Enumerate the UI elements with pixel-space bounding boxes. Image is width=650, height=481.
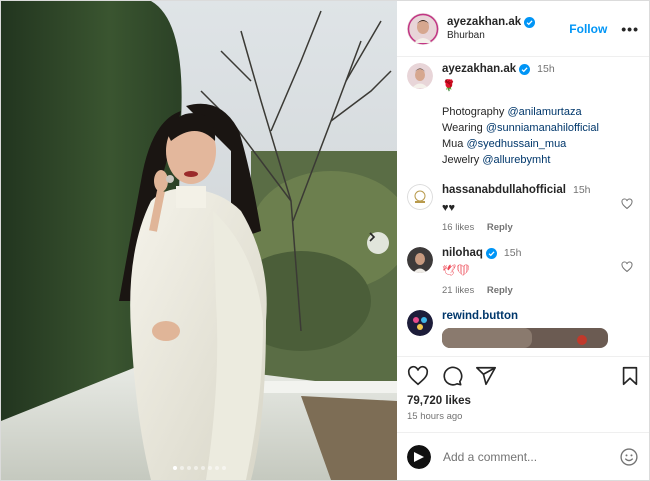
carousel-dot: [193, 466, 198, 470]
reply-button[interactable]: Reply: [487, 222, 513, 233]
like-heart-icon[interactable]: [407, 365, 429, 387]
action-buttons: [407, 365, 639, 387]
comment-likes[interactable]: 16 likes: [442, 222, 474, 233]
emoji-icon[interactable]: [619, 447, 639, 467]
post-side-panel: ayezakhan.ak Bhurban Follow ••• ayezakha…: [397, 1, 649, 480]
reply-button[interactable]: Reply: [487, 285, 513, 296]
avatar-image: [407, 310, 433, 336]
comment-meta: 21 likes Reply: [442, 285, 639, 296]
more-options-button[interactable]: •••: [621, 21, 639, 37]
mention-link[interactable]: @sunniamanahilofficial: [486, 122, 599, 134]
post-photo[interactable]: [1, 1, 397, 480]
caption-username-row: ayezakhan.ak 15h: [442, 63, 555, 75]
comment-like-heart-icon[interactable]: [621, 261, 633, 273]
author-username-row: ayezakhan.ak: [447, 16, 536, 28]
comment-likes[interactable]: 21 likes: [442, 285, 474, 296]
post-time-ago: 15 hours ago: [407, 411, 463, 422]
author-username[interactable]: ayezakhan.ak: [447, 16, 521, 28]
viewer-avatar[interactable]: [407, 444, 431, 469]
comment-time: 15h: [503, 247, 522, 259]
caption-body: ayezakhan.ak 15h 🌹 Photography @anilamur…: [442, 63, 639, 168]
post-dialog: ayezakhan.ak Bhurban Follow ••• ayezakha…: [0, 0, 650, 481]
carousel-dot: [179, 466, 184, 470]
share-send-icon[interactable]: [475, 365, 497, 387]
likes-count[interactable]: 79,720 likes: [407, 395, 639, 407]
carousel-dot: [172, 466, 177, 470]
carousel-dot: [200, 466, 205, 470]
comments-list[interactable]: ayezakhan.ak 15h 🌹 Photography @anilamur…: [397, 57, 649, 356]
caption-credits: Photography @anilamurtaza Wearing @sunni…: [442, 104, 639, 168]
avatar-image: [407, 247, 433, 273]
verified-badge-icon: [519, 63, 531, 75]
carousel-indicator: [1, 466, 397, 470]
post-header: ayezakhan.ak Bhurban Follow •••: [397, 1, 649, 57]
comment-input[interactable]: [443, 449, 619, 464]
save-bookmark-icon[interactable]: [619, 365, 641, 387]
commenter-avatar[interactable]: [407, 310, 433, 336]
verified-badge-icon: [485, 247, 497, 259]
caption-time: 15h: [537, 63, 555, 75]
comment-text: 🕊❤: [442, 265, 470, 277]
comment-username-row: hassanabdullahofficial 15h: [442, 184, 591, 196]
caption-line: Mua @syedhussain_mua: [442, 136, 639, 152]
carousel-dot: [214, 466, 219, 470]
carousel-dot: [221, 466, 226, 470]
caption-username[interactable]: ayezakhan.ak: [442, 63, 516, 75]
caption-line-label: Photography: [442, 106, 508, 118]
comment-time: 15h: [572, 184, 591, 196]
chevron-right-icon: [369, 232, 376, 242]
comment-item: nilohaq 15h 🕊❤ 21 likes Reply: [407, 247, 639, 296]
caption-line: Photography @anilamurtaza: [442, 104, 639, 120]
comment-bubble-icon[interactable]: [441, 365, 463, 387]
avatar-image: [407, 63, 433, 89]
comment-username[interactable]: hassanabdullahofficial: [442, 184, 566, 196]
mention-link[interactable]: @anilamurtaza: [507, 106, 581, 118]
comment-text: ♥♥: [442, 202, 456, 214]
avatar-image: [407, 12, 439, 45]
avatar-image: [407, 444, 431, 469]
comment-username-row: nilohaq 15h: [442, 247, 521, 259]
comment-username-row: rewind.button: [442, 310, 518, 322]
avatar-image: [407, 184, 433, 210]
commenter-avatar[interactable]: [407, 184, 433, 210]
carousel-next-button[interactable]: [367, 232, 389, 254]
header-names: ayezakhan.ak Bhurban: [447, 16, 569, 41]
comment-media-thumbnail[interactable]: [442, 328, 608, 348]
caption-line: Wearing @sunniamanahilofficial: [442, 120, 639, 136]
comment-body: nilohaq 15h 🕊❤ 21 likes Reply: [442, 247, 639, 296]
caption-line-label: Jewelry: [442, 154, 483, 166]
commenter-avatar[interactable]: [407, 247, 433, 273]
comment-username[interactable]: nilohaq: [442, 247, 483, 259]
comment-item: hassanabdullahofficial 15h ♥♥ 16 likes R…: [407, 184, 639, 233]
mention-link[interactable]: @allurebymht: [482, 154, 550, 166]
carousel-dot: [186, 466, 191, 470]
comment-composer: [397, 432, 649, 480]
comment-body: hassanabdullahofficial 15h ♥♥ 16 likes R…: [442, 184, 639, 233]
caption-line-label: Wearing: [442, 122, 486, 134]
comment-like-heart-icon[interactable]: [621, 198, 633, 210]
post-location[interactable]: Bhurban: [447, 30, 569, 41]
caption-line-label: Mua: [442, 138, 467, 150]
verified-badge-icon: [524, 16, 536, 28]
author-avatar[interactable]: [407, 12, 439, 45]
caption-comment: ayezakhan.ak 15h 🌹 Photography @anilamur…: [407, 63, 639, 168]
caption-line: Jewelry @allurebymht: [442, 152, 639, 168]
follow-button[interactable]: Follow: [569, 22, 607, 36]
photo-illustration: [1, 1, 397, 480]
mention-link[interactable]: @syedhussain_mua: [466, 138, 566, 150]
caption-avatar[interactable]: [407, 63, 433, 89]
comment-item: rewind.button: [407, 310, 639, 348]
comment-body: rewind.button: [442, 310, 639, 348]
comment-username[interactable]: rewind.button: [442, 310, 518, 322]
carousel-dot: [207, 466, 212, 470]
comment-meta: 16 likes Reply: [442, 222, 639, 233]
rose-emoji: 🌹: [442, 80, 456, 92]
